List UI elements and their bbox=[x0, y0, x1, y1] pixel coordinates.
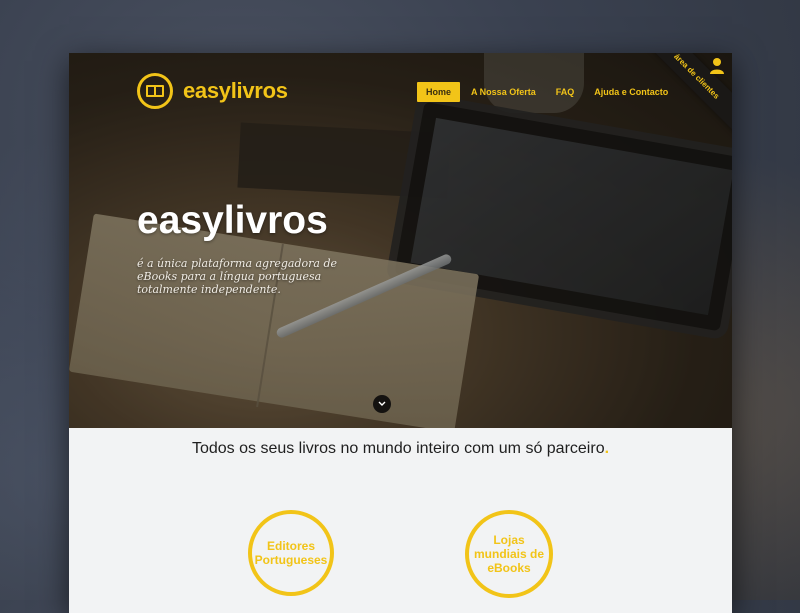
feature-label: Lojas mundiais de eBooks bbox=[473, 533, 544, 575]
nav-item-faq[interactable]: FAQ bbox=[547, 82, 584, 102]
nav-item-help-contact[interactable]: Ajuda e Contacto bbox=[585, 82, 677, 102]
tagline-text: Todos os seus livros no mundo inteiro co… bbox=[191, 440, 605, 457]
scroll-down-button[interactable] bbox=[373, 395, 391, 413]
hero-title: easylivros bbox=[137, 199, 328, 242]
website-mockup: easylivros Home A Nossa Oferta FAQ Ajuda… bbox=[69, 53, 732, 613]
user-icon[interactable] bbox=[709, 57, 725, 75]
tagline: Todos os seus livros no mundo inteiro co… bbox=[69, 440, 732, 458]
feature-circle-stores[interactable]: Lojas mundiais de eBooks bbox=[465, 510, 553, 598]
logo-text: easylivros bbox=[183, 78, 288, 103]
hero-subtitle: é a única plataforma agregadora de eBook… bbox=[137, 257, 337, 296]
feature-circle-publishers[interactable]: Editores Portugueses bbox=[248, 510, 334, 596]
book-logo-icon bbox=[137, 73, 173, 109]
chevron-down-icon bbox=[378, 401, 386, 406]
feature-label: Editores Portugueses bbox=[254, 539, 328, 567]
main-nav: Home A Nossa Oferta FAQ Ajuda e Contacto bbox=[417, 82, 679, 102]
nav-item-offer[interactable]: A Nossa Oferta bbox=[462, 82, 545, 102]
tagline-dot: . bbox=[604, 440, 610, 457]
nav-item-home[interactable]: Home bbox=[417, 82, 461, 102]
logo[interactable]: easylivros bbox=[137, 73, 288, 109]
hero-section: easylivros Home A Nossa Oferta FAQ Ajuda… bbox=[69, 53, 732, 428]
